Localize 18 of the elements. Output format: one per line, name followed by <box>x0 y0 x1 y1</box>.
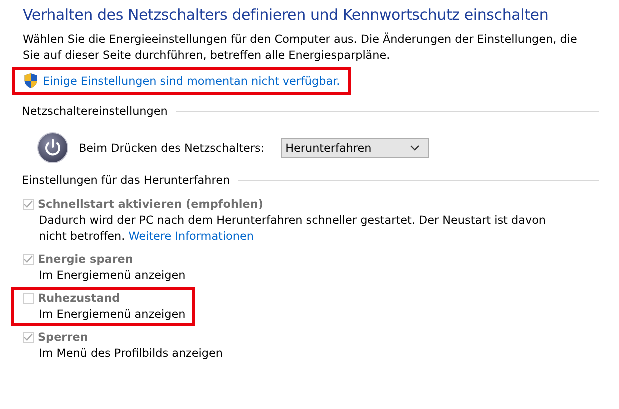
option-label: Schnellstart aktivieren (empfohlen) <box>38 198 264 210</box>
admin-link[interactable]: Einige Einstellungen sind momentan nicht verfügbar. <box>43 74 340 88</box>
intro-text: Wählen Sie die Energieeinstellungen für den Computer aus. Die Änderungen der Einstellungen, die Sie auf dieser Seite durchführen, betreffen alle Energiesparpläne. <box>23 32 578 64</box>
power-button-label: Beim Drücken des Netzschalters: <box>79 142 265 154</box>
section-heading: Einstellungen für das Herunterfahren <box>22 174 230 187</box>
option-label: Energie sparen <box>38 252 134 266</box>
page-title: Verhalten des Netzschalters definieren und Kennwortschutz einschalten <box>23 6 550 24</box>
chevron-icon <box>410 145 420 151</box>
action-dropdown[interactable]: Herunterfahren <box>280 138 429 158</box>
option-description: Im Menü des Profilbilds anzeigen <box>39 346 223 362</box>
power-icon <box>37 132 69 164</box>
shield-icon <box>24 73 38 89</box>
option-label: Sperren <box>38 330 88 344</box>
option-description: Dadurch wird der PC nach dem Herunterfahren schneller gestartet. Der Neustart ist davon nicht betroffen. Weitere Informationen <box>39 213 548 245</box>
option-description: Im Energiemenü anzeigen <box>39 268 186 284</box>
option-description: Im Energiemenü anzeigen <box>39 307 186 323</box>
option-label: Ruhezustand <box>38 292 120 304</box>
section-heading: Netzschaltereinstellungen <box>22 105 168 118</box>
